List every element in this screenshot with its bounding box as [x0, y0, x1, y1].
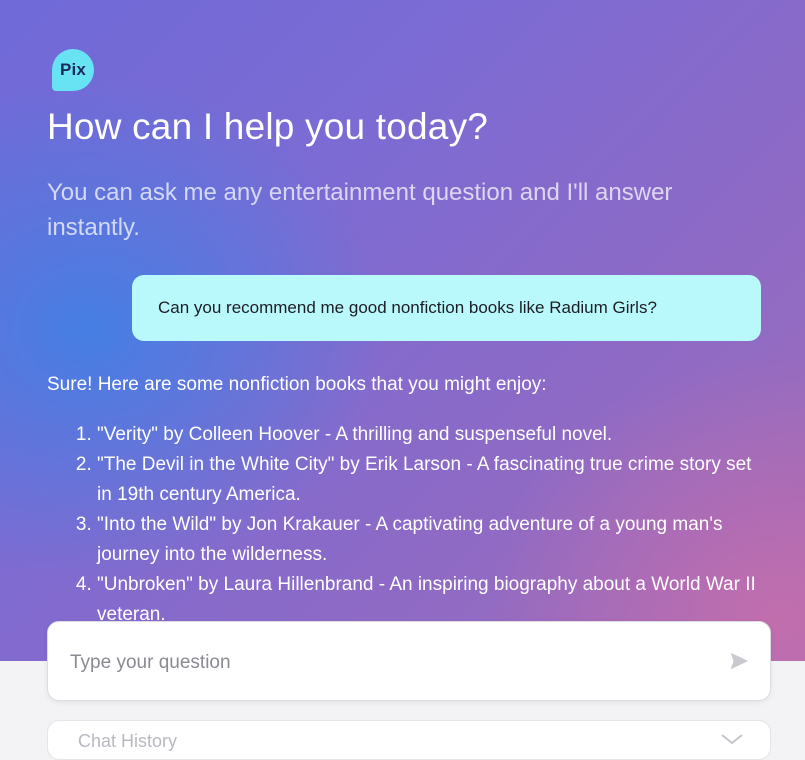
list-item: "The Devil in the White City" by Erik La…	[97, 450, 762, 510]
user-message-bubble: Can you recommend me good nonfiction boo…	[132, 275, 761, 341]
chat-history-label: Chat History	[78, 731, 178, 751]
question-input-box[interactable]	[47, 621, 771, 701]
page-title: How can I help you today?	[47, 106, 489, 147]
chevron-down-icon[interactable]	[720, 733, 744, 745]
recommendation-list: "Verity" by Colleen Hoover - A thrilling…	[47, 420, 762, 620]
chat-history-panel[interactable]: Chat History	[47, 720, 771, 760]
list-item: "Unbroken" by Laura Hillenbrand - An ins…	[97, 570, 762, 620]
assistant-intro: Sure! Here are some nonfiction books tha…	[47, 374, 547, 395]
logo-text: Pix	[59, 60, 87, 79]
question-input[interactable]	[68, 642, 712, 684]
list-item: "Into the Wild" by Jon Krakauer - A capt…	[97, 510, 762, 570]
hero-background: Pix How can I help you today? You can as…	[0, 0, 805, 661]
pix-logo: Pix	[52, 49, 94, 91]
user-message-text: Can you recommend me good nonfiction boo…	[158, 298, 657, 317]
assistant-message: Sure! Here are some nonfiction books tha…	[47, 370, 762, 620]
send-icon[interactable]	[728, 650, 750, 672]
list-item: "Verity" by Colleen Hoover - A thrilling…	[97, 420, 762, 450]
page-subtitle: You can ask me any entertainment questio…	[47, 179, 673, 241]
